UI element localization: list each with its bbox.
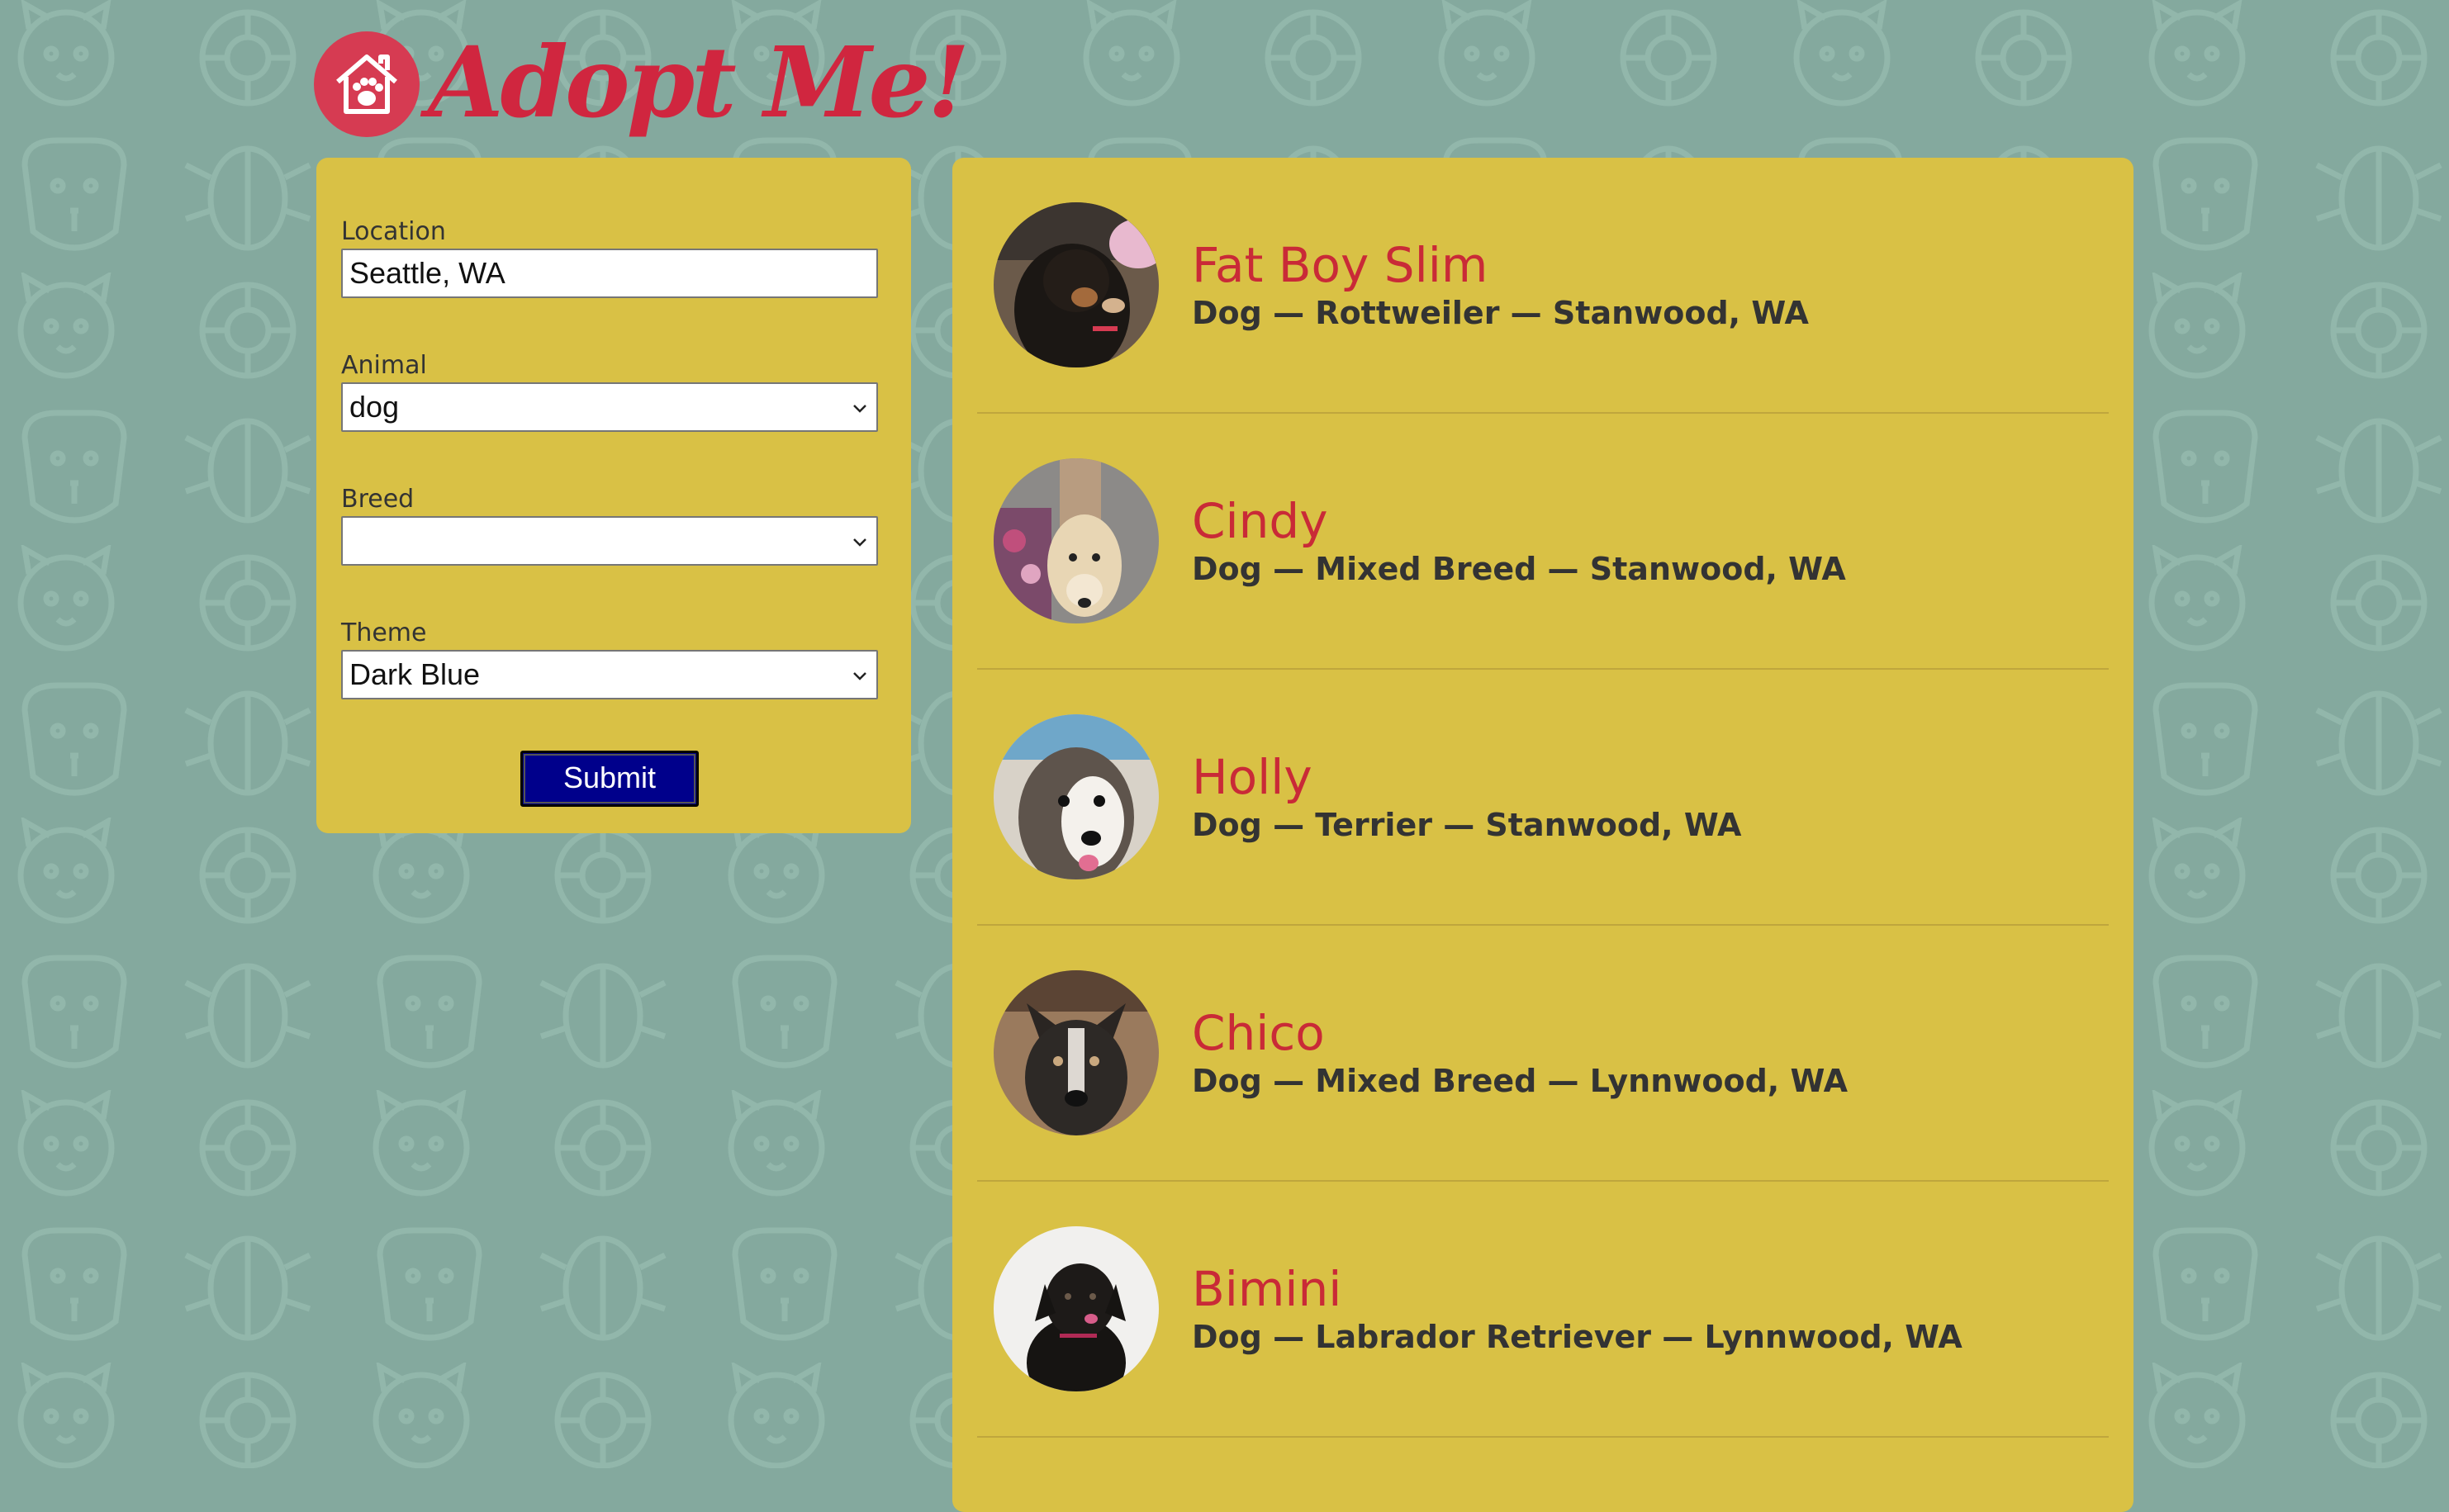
- pet-card[interactable]: Holly Dog — Terrier — Stanwood, WA: [977, 670, 2109, 926]
- theme-select[interactable]: Dark Blue: [341, 650, 878, 699]
- location-field: Location Seattle, WA: [341, 219, 878, 298]
- theme-value: Dark Blue: [349, 657, 481, 691]
- search-form: Location Seattle, WA Animal dog Breed Th…: [316, 158, 911, 833]
- location-label: Location: [341, 217, 446, 246]
- pet-card[interactable]: Cindy Dog — Mixed Breed — Stanwood, WA: [977, 414, 2109, 670]
- pet-photo: [994, 970, 1159, 1135]
- breed-field: Breed: [341, 486, 878, 566]
- pet-description: Dog — Mixed Breed — Stanwood, WA: [1192, 551, 1846, 587]
- submit-button[interactable]: Submit: [520, 751, 699, 807]
- pet-name: Fat Boy Slim: [1192, 237, 1488, 293]
- theme-field: Theme Dark Blue: [341, 620, 878, 699]
- pet-photo: [994, 714, 1159, 879]
- chevron-down-icon: [853, 672, 866, 680]
- pet-name: Cindy: [1192, 493, 1328, 549]
- pet-card[interactable]: Fat Boy Slim Dog — Rottweiler — Stanwood…: [977, 158, 2109, 414]
- chevron-down-icon: [853, 405, 866, 413]
- logo-text: Adopt Me!: [428, 25, 970, 140]
- pet-photo: [994, 202, 1159, 367]
- pet-results-list: Fat Boy Slim Dog — Rottweiler — Stanwood…: [952, 158, 2133, 1512]
- pet-card[interactable]: Bimini Dog — Labrador Retriever — Lynnwo…: [977, 1182, 2109, 1438]
- theme-label: Theme: [341, 619, 427, 647]
- pet-description: Dog — Rottweiler — Stanwood, WA: [1192, 295, 1809, 331]
- animal-value: dog: [349, 390, 400, 424]
- animal-label: Animal: [341, 351, 427, 380]
- pet-description: Dog — Labrador Retriever — Lynnwood, WA: [1192, 1319, 1963, 1355]
- pet-description: Dog — Terrier — Stanwood, WA: [1192, 807, 1742, 843]
- pet-card[interactable]: Chico Dog — Mixed Breed — Lynnwood, WA: [977, 926, 2109, 1182]
- pet-photo: [994, 458, 1159, 623]
- animal-field: Animal dog: [341, 353, 878, 432]
- pet-description: Dog — Mixed Breed — Lynnwood, WA: [1192, 1063, 1849, 1099]
- house-paw-icon: [314, 31, 420, 137]
- location-value: Seattle, WA: [349, 256, 505, 290]
- animal-select[interactable]: dog: [341, 382, 878, 432]
- breed-label: Breed: [341, 485, 415, 514]
- breed-select[interactable]: [341, 516, 878, 566]
- pet-name: Bimini: [1192, 1261, 1342, 1317]
- pet-name: Holly: [1192, 749, 1312, 805]
- pet-name: Chico: [1192, 1005, 1325, 1061]
- pet-photo: [994, 1226, 1159, 1391]
- chevron-down-icon: [853, 538, 866, 547]
- location-input[interactable]: Seattle, WA: [341, 249, 878, 298]
- logo[interactable]: Adopt Me!: [314, 25, 970, 165]
